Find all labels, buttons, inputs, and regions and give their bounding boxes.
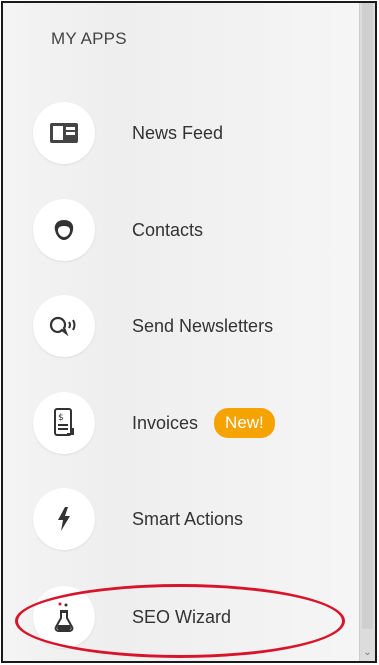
apps-panel: MY APPS News Feed Contacts Send Newslett… (1, 1, 377, 663)
app-item-seo-wizard[interactable]: SEO Wizard (33, 577, 353, 657)
scrollbar[interactable]: ⌄ (359, 3, 375, 661)
app-label-seo-wizard: SEO Wizard (132, 606, 232, 627)
newsletter-icon (33, 295, 95, 357)
app-item-contacts[interactable]: Contacts (33, 190, 353, 270)
invoice-icon: $ (33, 392, 95, 454)
contacts-icon (33, 199, 95, 261)
app-item-invoices[interactable]: $ Invoices New! (33, 383, 353, 463)
news-feed-icon (33, 102, 95, 164)
new-badge: New! (214, 408, 275, 438)
app-label-invoices: Invoices (132, 412, 199, 433)
app-item-news-feed[interactable]: News Feed (33, 93, 353, 173)
section-title: MY APPS (51, 29, 127, 48)
app-label-news-feed: News Feed (132, 122, 224, 143)
flask-icon (33, 586, 95, 648)
app-label-send-newsletters: Send Newsletters (132, 315, 274, 336)
app-item-smart-actions[interactable]: Smart Actions (33, 479, 353, 559)
scroll-down-icon[interactable]: ⌄ (360, 643, 375, 661)
app-label-contacts: Contacts (132, 219, 204, 240)
app-item-send-newsletters[interactable]: Send Newsletters (33, 286, 353, 366)
lightning-icon (33, 488, 95, 550)
scroll-thumb[interactable] (362, 3, 373, 629)
app-label-smart-actions: Smart Actions (132, 508, 244, 529)
svg-text:$: $ (58, 413, 64, 423)
